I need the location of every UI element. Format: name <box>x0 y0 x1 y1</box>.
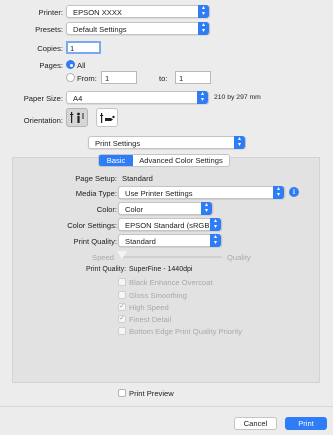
media-type-value: Use Printer Settings <box>125 188 193 198</box>
chevron-updown-icon: ▴ ▾ <box>210 234 221 247</box>
chevron-updown-icon: ▴ ▾ <box>198 5 209 18</box>
bottom-edge-priority-label: Bottom Edge Print Quality Priority <box>129 327 243 336</box>
presets-value: Default Settings <box>73 24 127 34</box>
tab-bar: Basic Advanced Color Settings <box>98 154 230 167</box>
pages-from-label: From: <box>77 74 97 83</box>
checkmark-icon: ✓ <box>119 315 125 322</box>
landscape-icon <box>100 113 115 123</box>
cancel-button[interactable]: Cancel <box>234 417 277 430</box>
finest-detail-label: Finest Detail <box>129 315 172 324</box>
page-setup-value: Standard <box>122 174 153 183</box>
print-quality-label: Print Quality: <box>73 237 117 246</box>
print-button[interactable]: Print <box>285 417 327 430</box>
footer-divider <box>0 406 333 407</box>
black-enhance-overcoat-checkbox[interactable] <box>118 278 126 286</box>
quality-slider-track[interactable] <box>122 256 222 258</box>
pages-to-label: to: <box>159 74 168 83</box>
paper-dimensions: 210 by 297 mm <box>214 94 261 101</box>
print-quality-value: Standard <box>125 236 156 246</box>
tab-basic[interactable]: Basic <box>99 155 133 166</box>
media-type-popup[interactable]: Use Printer Settings ▴ ▾ <box>118 186 285 199</box>
pages-from-value: 1 <box>105 73 110 83</box>
quality-slider-thumb[interactable] <box>117 251 127 259</box>
chevron-updown-icon: ▴ ▾ <box>273 186 284 199</box>
color-label: Color: <box>96 205 117 214</box>
color-value: Color <box>125 204 144 214</box>
copies-label: Copies: <box>37 44 63 53</box>
print-quality-popup[interactable]: Standard ▴ ▾ <box>118 234 222 247</box>
printer-value: EPSON XXXX <box>73 7 122 17</box>
pages-all-label: All <box>77 61 86 70</box>
pages-label: Pages: <box>39 61 63 70</box>
pages-to-field[interactable]: 1 <box>175 71 211 84</box>
quality-readout-label: Print Quality: <box>86 266 127 273</box>
portrait-button[interactable] <box>66 108 88 127</box>
tab-advanced-color-settings[interactable]: Advanced Color Settings <box>133 155 229 166</box>
color-settings-value: EPSON Standard (sRGB) <box>125 220 212 230</box>
black-enhance-overcoat-label: Black Enhance Overcoat <box>129 278 213 287</box>
info-icon[interactable]: i <box>289 187 299 197</box>
pages-range-radio[interactable] <box>66 73 75 82</box>
section-popup[interactable]: Print Settings ▴ ▾ <box>88 136 246 149</box>
orientation-label: Orientation: <box>23 116 63 125</box>
presets-popup[interactable]: Default Settings ▴ ▾ <box>66 22 210 35</box>
bottom-edge-priority-checkbox[interactable] <box>118 327 126 335</box>
printer-popup[interactable]: EPSON XXXX ▴ ▾ <box>66 5 210 18</box>
checkmark-icon: ✓ <box>119 303 125 310</box>
gloss-smoothing-checkbox[interactable] <box>118 291 126 299</box>
print-preview-label: Print Preview <box>129 389 174 398</box>
landscape-button[interactable] <box>96 108 118 127</box>
high-speed-label: High Speed <box>129 303 169 312</box>
pages-to-value: 1 <box>179 73 184 83</box>
chevron-updown-icon: ▴ ▾ <box>234 136 245 149</box>
copies-value: 1 <box>70 43 75 53</box>
media-type-label: Media Type: <box>75 189 117 198</box>
presets-label: Presets: <box>35 25 63 34</box>
chevron-updown-icon: ▴ ▾ <box>210 218 221 231</box>
color-settings-popup[interactable]: EPSON Standard (sRGB) ▴ ▾ <box>118 218 222 231</box>
section-popup-value: Print Settings <box>95 138 141 148</box>
paper-size-value: A4 <box>73 93 83 103</box>
chevron-updown-icon: ▴ ▾ <box>197 91 208 104</box>
printer-label: Printer: <box>38 8 63 17</box>
color-popup[interactable]: Color ▴ ▾ <box>118 202 213 215</box>
paper-size-popup[interactable]: A4 ▴ ▾ <box>66 91 209 104</box>
pages-all-radio[interactable] <box>66 60 75 69</box>
slider-speed-label: Speed <box>92 253 114 262</box>
pages-from-field[interactable]: 1 <box>101 71 137 84</box>
finest-detail-checkbox[interactable]: ✓ <box>118 315 126 323</box>
portrait-icon <box>70 112 84 123</box>
high-speed-checkbox[interactable]: ✓ <box>118 303 126 311</box>
chevron-updown-icon: ▴ ▾ <box>201 202 212 215</box>
slider-quality-label: Quality <box>227 253 251 262</box>
gloss-smoothing-label: Gloss Smoothing <box>129 291 187 300</box>
color-settings-label: Color Settings: <box>67 221 117 230</box>
copies-field[interactable]: 1 <box>66 41 101 54</box>
paper-size-label: Paper Size: <box>23 94 63 103</box>
quality-readout-value: SuperFine - 1440dpi <box>129 266 193 273</box>
page-setup-label: Page Setup: <box>75 174 117 183</box>
print-preview-checkbox[interactable] <box>118 389 126 397</box>
chevron-updown-icon: ▴ ▾ <box>198 22 209 35</box>
